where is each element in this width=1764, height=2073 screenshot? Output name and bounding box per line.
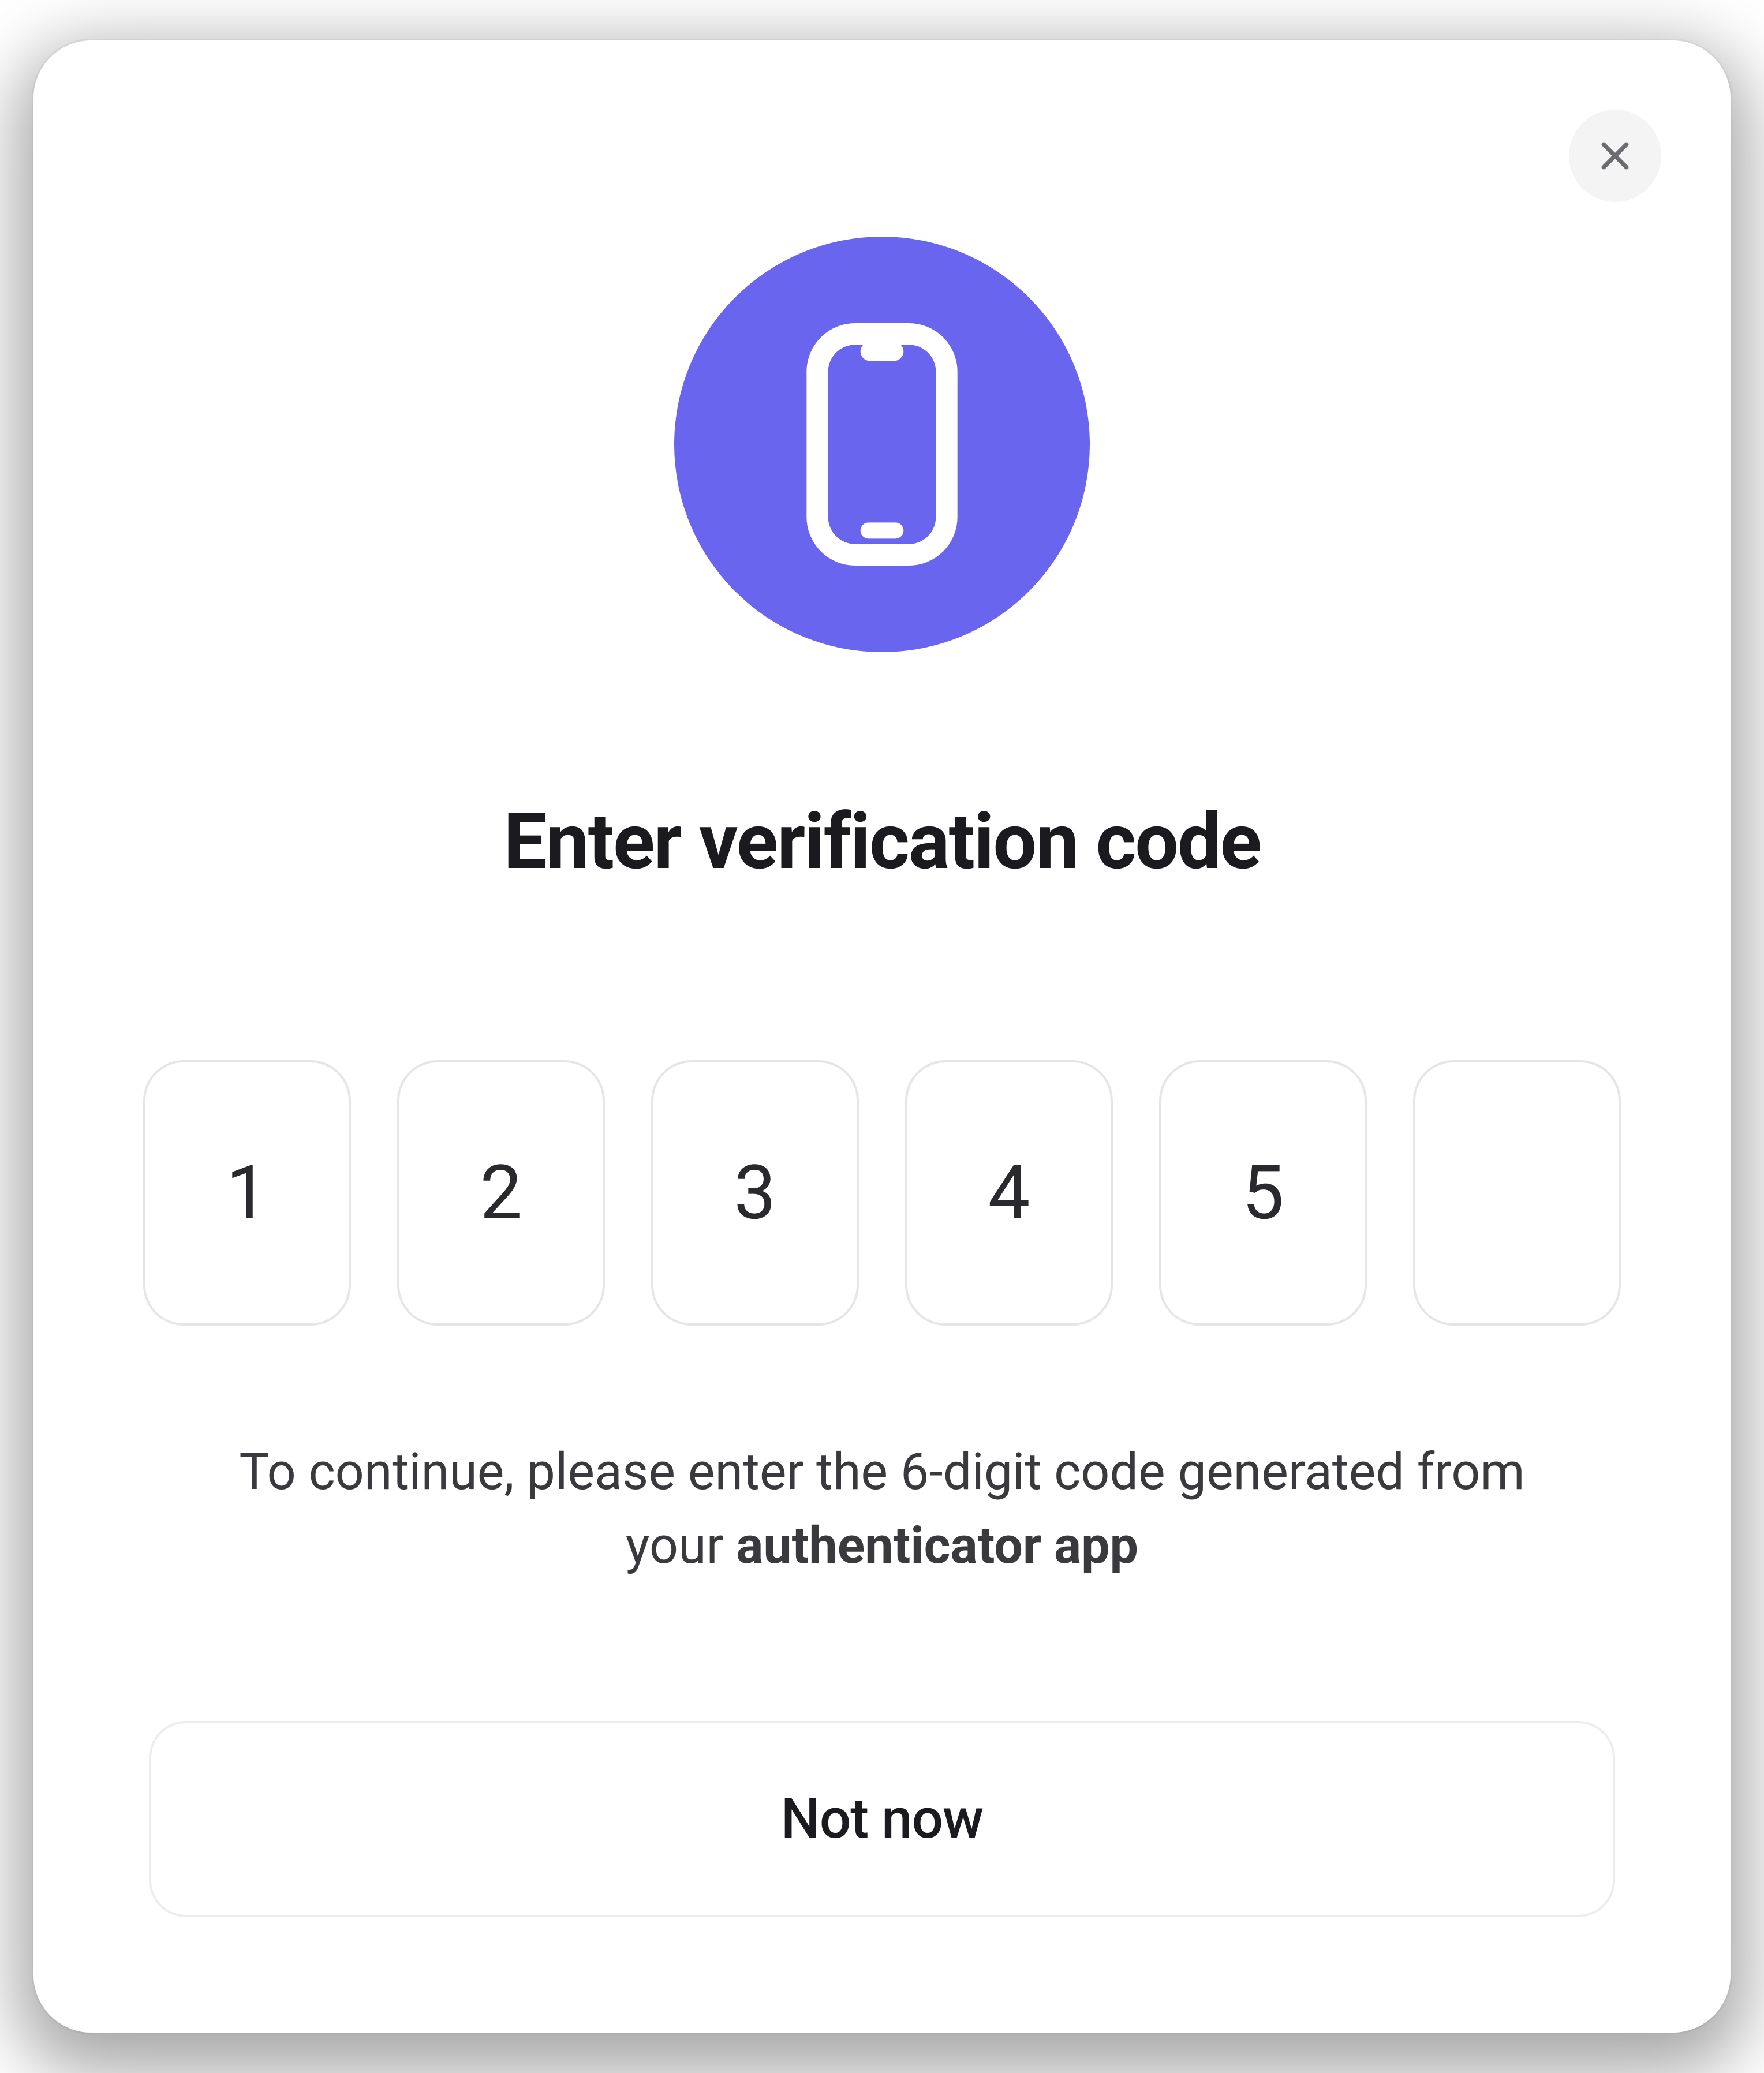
verification-modal: Enter verification code To continue, ple… xyxy=(33,40,1731,2033)
not-now-button[interactable]: Not now xyxy=(149,1721,1615,1917)
code-digit-1[interactable] xyxy=(143,1060,351,1326)
code-digit-5[interactable] xyxy=(1159,1060,1367,1326)
code-digit-3[interactable] xyxy=(651,1060,859,1326)
helper-bold: authenticator app xyxy=(736,1516,1138,1576)
modal-title: Enter verification code xyxy=(503,796,1261,887)
close-icon xyxy=(1595,136,1635,175)
close-button[interactable] xyxy=(1569,110,1661,202)
code-digit-6[interactable] xyxy=(1413,1060,1621,1326)
helper-text: To continue, please enter the 6-digit co… xyxy=(218,1435,1546,1582)
code-digit-2[interactable] xyxy=(397,1060,605,1326)
code-digit-4[interactable] xyxy=(905,1060,1113,1326)
phone-icon-badge xyxy=(674,237,1090,652)
phone-icon xyxy=(795,323,969,566)
code-input-row xyxy=(149,1060,1615,1326)
